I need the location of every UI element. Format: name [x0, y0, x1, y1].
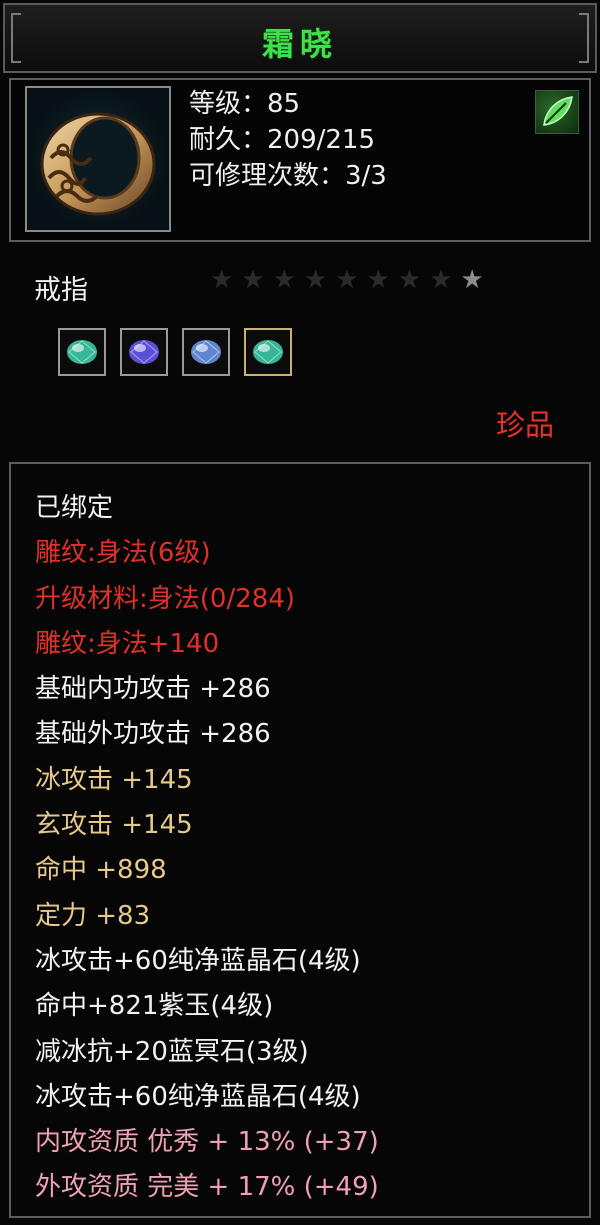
title-bar: 霜晓	[3, 3, 597, 73]
level-text: 等级：85	[189, 89, 301, 119]
attribute-line: 冰攻击+60纯净蓝晶石(4级)	[35, 1081, 361, 1112]
star-icon: ★	[272, 265, 296, 295]
attribute-line: 冰攻击+60纯净蓝晶石(4级)	[35, 945, 361, 976]
star-icon: ★	[429, 265, 453, 295]
repair-count-text: 可修理次数：3/3	[189, 161, 387, 191]
star-icon: ★	[210, 265, 234, 295]
attribute-line: 基础内功攻击 +286	[35, 674, 271, 705]
item-name: 霜晓	[261, 25, 338, 63]
attribute-line: 外攻资质 完美 + 17% (+49)	[35, 1172, 379, 1203]
attribute-line: 内攻资质 优秀 + 13% (+37)	[35, 1127, 379, 1158]
durability-text: 耐久：209/215	[189, 125, 376, 155]
purple-gem-icon	[120, 328, 168, 376]
attribute-line: 雕纹:身法(6级)	[35, 538, 211, 569]
star-icon: ★	[397, 265, 422, 295]
blue-gem-icon	[182, 328, 230, 376]
star-icon: ★	[335, 265, 359, 295]
green-gem-icon	[244, 328, 292, 376]
star-rating: ★ ★ ★ ★ ★ ★ ★ ★ ★	[210, 265, 484, 295]
attribute-line: 雕纹:身法+140	[35, 628, 220, 659]
attribute-line: 命中 +898	[35, 855, 167, 886]
item-stats: 等级：85 耐久：209/215 可修理次数：3/3	[189, 86, 387, 194]
star-icon: ★	[460, 265, 484, 295]
attribute-line: 定力 +83	[35, 900, 151, 931]
attribute-line: 命中+821紫玉(4级)	[35, 991, 274, 1022]
star-icon: ★	[303, 265, 328, 295]
quality-label: 珍品	[495, 408, 554, 442]
attribute-line: 冰攻击 +145	[35, 764, 193, 795]
attribute-list: 已绑定雕纹:身法(6级) 升级材料:身法(0/284) 雕纹:身法+140 基础内功攻…	[35, 486, 379, 1211]
attribute-line: 玄攻击 +145	[35, 810, 193, 841]
item-info-panel: 等级：85 耐久：209/215 可修理次数：3/3	[9, 78, 591, 242]
star-icon: ★	[241, 265, 265, 295]
attribute-line: 已绑定	[35, 493, 114, 523]
leaf-badge-icon	[535, 90, 579, 134]
item-type-label: 戒指	[34, 275, 88, 306]
socketed-gems	[58, 328, 292, 376]
attribute-line: 升级材料:身法(0/284)	[35, 583, 295, 614]
attribute-line: 减冰抗+20蓝冥石(3级)	[35, 1036, 309, 1067]
ring-icon	[25, 86, 171, 232]
attribute-panel: 已绑定雕纹:身法(6级) 升级材料:身法(0/284) 雕纹:身法+140 基础内功攻…	[9, 462, 591, 1218]
attribute-line: 基础外功攻击 +286	[35, 719, 271, 750]
green-gem-icon	[58, 328, 106, 376]
item-tooltip: 霜晓 等级：85 耐久：209/215 可修理次数：3/3 戒指 ★ ★ ★ ★…	[0, 0, 600, 1225]
star-icon: ★	[366, 265, 390, 295]
